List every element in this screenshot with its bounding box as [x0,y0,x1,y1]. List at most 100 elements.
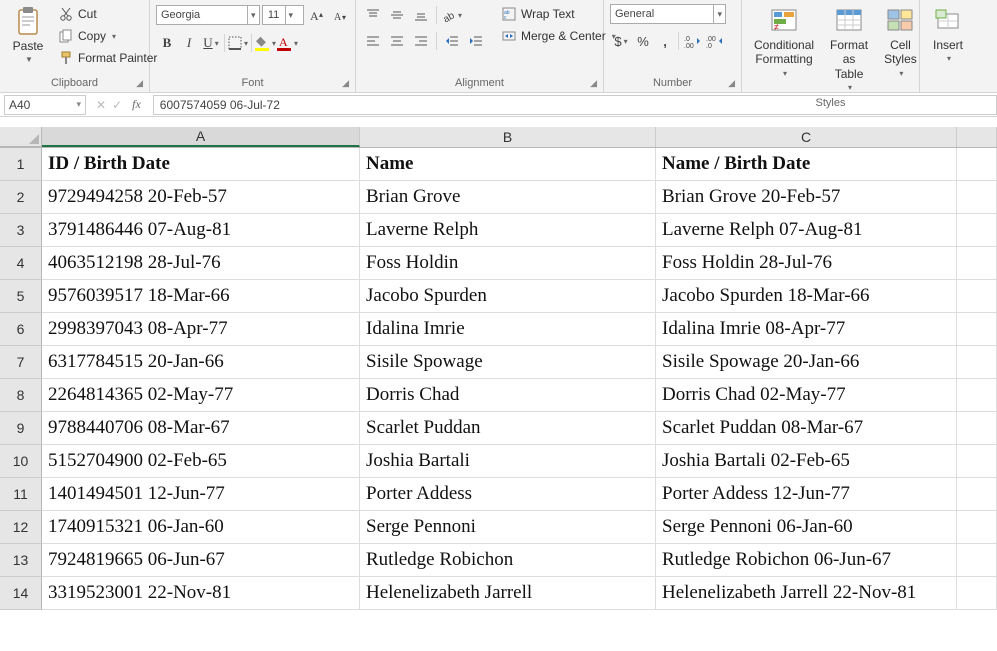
cell[interactable]: Joshia Bartali [360,445,656,478]
row-header[interactable]: 5 [0,280,42,313]
cell[interactable]: 6317784515 20-Jan-66 [42,346,360,379]
number-format-select[interactable]: General ▾ [610,4,726,24]
cell[interactable]: Name [360,148,656,181]
cell[interactable]: 7924819665 06-Jun-67 [42,544,360,577]
italic-button[interactable]: I [178,32,200,54]
wrap-text-button[interactable]: abc Wrap Text [497,4,620,24]
cell[interactable] [957,478,997,511]
comma-format-button[interactable]: , [654,30,676,52]
cell[interactable]: Porter Addess [360,478,656,511]
align-bottom-button[interactable] [410,4,432,26]
cell[interactable] [957,280,997,313]
percent-format-button[interactable]: % [632,30,654,52]
cell[interactable]: Brian Grove 20-Feb-57 [656,181,957,214]
row-header[interactable]: 4 [0,247,42,280]
cell[interactable]: Helenelizabeth Jarrell 22-Nov-81 [656,577,957,610]
cell[interactable]: 3791486446 07-Aug-81 [42,214,360,247]
conditional-formatting-button[interactable]: ≠ Conditional Formatting▾ [748,2,820,80]
row-header[interactable]: 10 [0,445,42,478]
font-name-select[interactable]: Georgia ▾ [156,5,260,25]
cancel-formula-icon[interactable]: ✕ [96,98,106,112]
cell[interactable]: Dorris Chad [360,379,656,412]
cell[interactable]: ID / Birth Date [42,148,360,181]
fx-icon[interactable]: fx [128,97,145,112]
column-header-B[interactable]: B [360,127,656,147]
align-top-button[interactable] [362,4,384,26]
merge-center-button[interactable]: Merge & Center ▾ [497,26,620,46]
dialog-launcher-icon[interactable]: ◢ [136,78,143,89]
cell[interactable]: Dorris Chad 02-May-77 [656,379,957,412]
cell[interactable]: Jacobo Spurden [360,280,656,313]
row-header[interactable]: 3 [0,214,42,247]
cell[interactable]: Foss Holdin [360,247,656,280]
increase-font-button[interactable]: A▴ [306,4,328,26]
row-header[interactable]: 14 [0,577,42,610]
cell[interactable] [957,181,997,214]
cell[interactable]: 5152704900 02-Feb-65 [42,445,360,478]
cell[interactable]: 4063512198 28-Jul-76 [42,247,360,280]
align-left-button[interactable] [362,30,384,52]
cell[interactable] [957,247,997,280]
cut-button[interactable]: Cut [54,4,161,24]
cell[interactable]: 2998397043 08-Apr-77 [42,313,360,346]
cell[interactable]: Foss Holdin 28-Jul-76 [656,247,957,280]
accounting-format-button[interactable]: $▾ [610,30,632,52]
select-all-corner[interactable] [0,127,42,147]
font-color-button[interactable]: A▾ [276,32,298,54]
cell[interactable]: Serge Pennoni [360,511,656,544]
decrease-indent-button[interactable] [441,30,463,52]
cell[interactable] [957,214,997,247]
row-header[interactable]: 12 [0,511,42,544]
cell[interactable]: 9729494258 20-Feb-57 [42,181,360,214]
cell[interactable]: Idalina Imrie 08-Apr-77 [656,313,957,346]
cell[interactable]: Serge Pennoni 06-Jan-60 [656,511,957,544]
cell[interactable]: 1740915321 06-Jan-60 [42,511,360,544]
cell[interactable] [957,412,997,445]
bold-button[interactable]: B [156,32,178,54]
cell[interactable]: Rutledge Robichon [360,544,656,577]
cell[interactable]: 2264814365 02-May-77 [42,379,360,412]
column-header-A[interactable]: A [42,127,360,147]
cell[interactable]: Helenelizabeth Jarrell [360,577,656,610]
spreadsheet-grid[interactable]: A B C 1ID / Birth DateNameName / Birth D… [0,127,997,610]
cell[interactable]: Scarlet Puddan [360,412,656,445]
align-right-button[interactable] [410,30,432,52]
column-header-D[interactable] [957,127,997,147]
font-size-select[interactable]: 11 ▾ [262,5,304,25]
name-box[interactable]: A40 ▾ [4,95,86,115]
row-header[interactable]: 11 [0,478,42,511]
cell[interactable]: Porter Addess 12-Jun-77 [656,478,957,511]
dialog-launcher-icon[interactable]: ◢ [728,78,735,89]
row-header[interactable]: 6 [0,313,42,346]
cell[interactable] [957,379,997,412]
paste-button[interactable]: Paste ▼ [6,2,50,68]
dialog-launcher-icon[interactable]: ◢ [342,78,349,89]
cell[interactable]: Sisile Spowage [360,346,656,379]
cell[interactable] [957,544,997,577]
row-header[interactable]: 8 [0,379,42,412]
align-center-button[interactable] [386,30,408,52]
format-painter-button[interactable]: Format Painter [54,48,161,68]
row-header[interactable]: 13 [0,544,42,577]
row-header[interactable]: 7 [0,346,42,379]
enter-formula-icon[interactable]: ✓ [112,98,122,112]
dialog-launcher-icon[interactable]: ◢ [590,78,597,89]
cell[interactable] [957,313,997,346]
decrease-decimal-button[interactable]: .00.0 [703,30,725,52]
cell[interactable]: Laverne Relph 07-Aug-81 [656,214,957,247]
orientation-button[interactable]: ab▾ [441,4,463,26]
cell[interactable] [957,577,997,610]
cell[interactable]: Brian Grove [360,181,656,214]
cell[interactable]: Laverne Relph [360,214,656,247]
row-header[interactable]: 9 [0,412,42,445]
cell[interactable]: Name / Birth Date [656,148,957,181]
border-button[interactable]: ▾ [227,32,249,54]
increase-decimal-button[interactable]: .0.00 [681,30,703,52]
cell[interactable]: 9788440706 08-Mar-67 [42,412,360,445]
cell[interactable]: Rutledge Robichon 06-Jun-67 [656,544,957,577]
row-header[interactable]: 2 [0,181,42,214]
fill-color-button[interactable]: ▾ [254,32,276,54]
cell[interactable]: 9576039517 18-Mar-66 [42,280,360,313]
format-as-table-button[interactable]: Format as Table▾ [824,2,874,95]
copy-button[interactable]: Copy ▾ [54,26,161,46]
